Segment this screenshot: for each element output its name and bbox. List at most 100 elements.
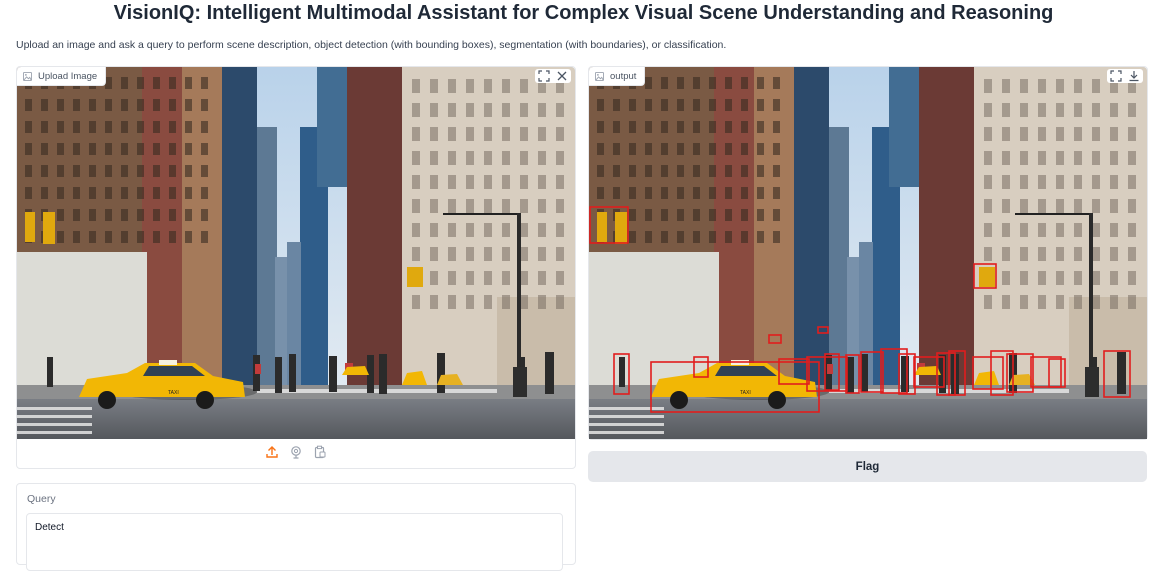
detection-box — [845, 354, 860, 394]
page-title: VisionIQ: Intelligent Multimodal Assista… — [113, 2, 1054, 24]
building-window — [430, 223, 438, 237]
building-window — [41, 165, 48, 177]
building-window — [73, 143, 80, 155]
building-window — [137, 187, 144, 199]
building-window — [448, 79, 456, 93]
building-window — [169, 143, 176, 155]
detection-box — [768, 334, 782, 344]
building-window — [185, 99, 192, 111]
building-window — [153, 165, 160, 177]
building-window — [73, 99, 80, 111]
building-window — [121, 165, 128, 177]
building-window — [556, 247, 564, 261]
building-window — [57, 187, 64, 199]
building-window — [430, 127, 438, 141]
close-icon[interactable] — [556, 70, 568, 82]
building-window — [121, 99, 128, 111]
building-window — [430, 175, 438, 189]
building-window — [484, 103, 492, 117]
building-window — [412, 199, 420, 213]
building-window — [153, 121, 160, 133]
building-window — [502, 79, 510, 93]
building-window — [448, 247, 456, 261]
building-window — [25, 187, 32, 199]
building-window — [153, 209, 160, 221]
building-window — [502, 175, 510, 189]
building-window — [25, 121, 32, 133]
flag-button[interactable]: Flag — [588, 451, 1147, 482]
building-window — [121, 231, 128, 243]
query-input[interactable] — [26, 513, 563, 571]
building-window — [484, 199, 492, 213]
building-window — [556, 199, 564, 213]
building-window — [201, 77, 208, 89]
building-window — [502, 199, 510, 213]
fullscreen-icon[interactable] — [538, 70, 550, 82]
output-corner-tools — [1107, 69, 1143, 83]
building-window — [137, 77, 144, 89]
building-window — [57, 121, 64, 133]
building-window — [201, 165, 208, 177]
building-window — [484, 151, 492, 165]
building-window — [520, 295, 528, 309]
download-icon[interactable] — [1128, 70, 1140, 82]
building-window — [520, 199, 528, 213]
building-window — [484, 223, 492, 237]
clipboard-icon[interactable] — [313, 445, 327, 459]
detection-box — [860, 351, 884, 393]
building-window — [137, 143, 144, 155]
building-window — [412, 295, 420, 309]
building-window — [448, 103, 456, 117]
building-window — [520, 247, 528, 261]
building-window — [121, 77, 128, 89]
building-window — [520, 271, 528, 285]
building-window — [412, 127, 420, 141]
building-window — [73, 165, 80, 177]
building-window — [185, 121, 192, 133]
building-window — [484, 175, 492, 189]
building-window — [448, 223, 456, 237]
building-window — [538, 247, 546, 261]
building-window — [466, 223, 474, 237]
building-window — [430, 271, 438, 285]
building-window — [502, 247, 510, 261]
building-window — [430, 103, 438, 117]
building-window — [57, 209, 64, 221]
building-window — [466, 199, 474, 213]
detection-box — [1048, 358, 1066, 388]
fullscreen-icon[interactable] — [1110, 70, 1122, 82]
building-window — [121, 187, 128, 199]
upload-image-panel[interactable]: TAXI Upload Image — [16, 66, 576, 469]
query-label: Query — [27, 493, 56, 505]
input-image[interactable]: TAXI — [17, 67, 575, 439]
building-window — [430, 199, 438, 213]
page-description: Upload an image and ask a query to perfo… — [16, 39, 727, 51]
building-window — [538, 295, 546, 309]
building-window — [484, 127, 492, 141]
building-window — [466, 295, 474, 309]
upload-icon[interactable] — [265, 445, 279, 459]
building-window — [41, 187, 48, 199]
building-window — [430, 79, 438, 93]
building-window — [169, 231, 176, 243]
detection-box — [824, 353, 840, 391]
building-window — [201, 99, 208, 111]
building-window — [105, 187, 112, 199]
building-window — [538, 103, 546, 117]
building-window — [57, 165, 64, 177]
building-window — [105, 231, 112, 243]
building-window — [153, 143, 160, 155]
building-window — [466, 151, 474, 165]
building-window — [137, 209, 144, 221]
building-window — [502, 295, 510, 309]
building-window — [466, 79, 474, 93]
detection-box — [693, 356, 709, 378]
building-window — [185, 143, 192, 155]
building-window — [556, 127, 564, 141]
building-window — [201, 209, 208, 221]
building-window — [73, 209, 80, 221]
detection-box — [1030, 356, 1062, 388]
building-window — [185, 165, 192, 177]
detection-box — [613, 353, 630, 395]
webcam-icon[interactable] — [289, 445, 303, 459]
